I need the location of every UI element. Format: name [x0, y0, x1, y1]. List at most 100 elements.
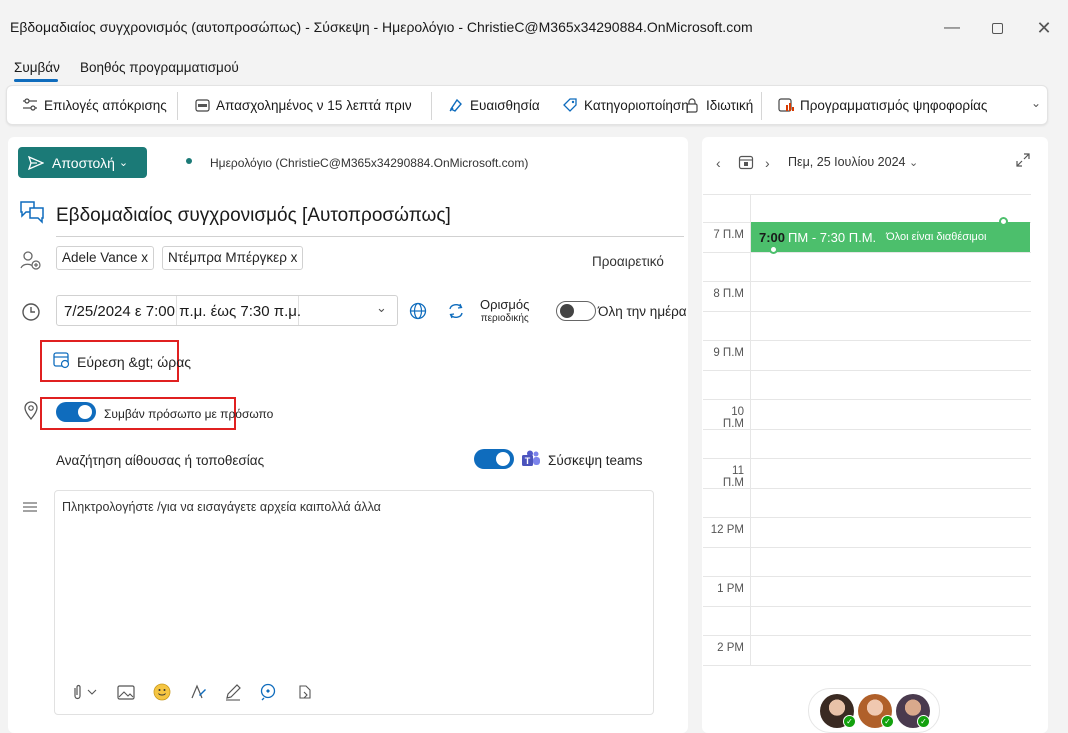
tab-scheduling-assistant[interactable]: Βοηθός προγραμματισμού	[80, 60, 239, 75]
image-icon[interactable]	[116, 683, 136, 701]
subject-underline	[56, 236, 684, 237]
scheduling-poll-button[interactable]: Προγραμματισμός ψηφοφορίας	[777, 96, 987, 114]
send-button[interactable]: Αποστολή ⌄	[18, 147, 147, 178]
today-calendar-icon[interactable]	[738, 154, 754, 170]
busy-reminder-button[interactable]: Απασχολημένος ν 15 λεπτά πριν	[193, 96, 412, 114]
available-check-icon: ✓	[843, 715, 856, 728]
chevron-down-icon[interactable]: ⌄	[376, 300, 387, 316]
available-check-icon: ✓	[881, 715, 894, 728]
calendar-date-label: Πεμ, 25 Ιουλίου 2024	[788, 155, 906, 169]
attendee-avatars: ✓ ✓ ✓	[808, 688, 940, 733]
chat-bubbles-icon	[18, 199, 46, 225]
hour-label: 12 PM	[710, 524, 744, 536]
attendee-chip[interactable]: Adele Vance x	[56, 246, 155, 270]
poll-icon	[777, 96, 795, 114]
grid-line	[703, 606, 1031, 607]
in-person-label: Συμβάν πρόσωπο με πρόσωπο	[104, 407, 274, 421]
apps-icon[interactable]	[295, 683, 315, 701]
event-resize-handle-bottom[interactable]	[769, 245, 778, 254]
attendee-chip[interactable]: Ντέμπρα Μπέργκερ x	[162, 246, 304, 270]
teams-icon: T	[521, 450, 541, 469]
hour-label: 1 PM	[717, 583, 744, 595]
recurrence-sublabel: περιοδικής	[480, 313, 529, 324]
window-title: Εβδομαδιαίος συγχρονισμός (αυτοπροσώπως)…	[10, 19, 753, 35]
close-icon[interactable]: ✕	[1024, 12, 1064, 44]
teams-meeting-toggle[interactable]	[474, 449, 514, 469]
copilot-icon[interactable]	[258, 683, 278, 701]
categorize-button[interactable]: Κατηγοριοποίηση	[561, 96, 689, 114]
grid-line	[703, 252, 1031, 253]
send-icon	[28, 155, 44, 170]
calendar-event-block[interactable]: 7:00 ΠΜ - 7:30 Π.Μ. Όλοι είναι διαθέσιμο…	[751, 222, 1030, 252]
scheduling-poll-label: Προγραμματισμός ψηφοφορίας	[800, 97, 988, 113]
send-label: Αποστολή	[52, 154, 115, 171]
next-day-chevron-icon[interactable]: ›	[765, 155, 770, 171]
hour-label: 8 Π.Μ	[713, 288, 744, 300]
repeat-icon[interactable]	[446, 301, 466, 321]
grid-line	[703, 399, 1031, 400]
find-time-button[interactable]: Εύρεση &gt; ώρας	[77, 354, 191, 370]
minimize-icon[interactable]: —	[932, 12, 972, 44]
grid-line	[703, 281, 1031, 282]
subject-field[interactable]: Εβδομαδιαίος συγχρονισμός [Αυτοπροσώπως]	[56, 205, 451, 227]
calendar-date-picker[interactable]: Πεμ, 25 Ιουλίου 2024 ⌄	[788, 155, 918, 169]
sensitivity-button[interactable]: Ευαισθησία	[447, 96, 540, 114]
event-resize-handle-top[interactable]	[999, 217, 1008, 226]
hour-label: 10 Π.Μ	[722, 406, 744, 430]
date-chevron-down-icon: ⌄	[908, 157, 919, 169]
hour-label: 9 Π.Μ	[713, 347, 744, 359]
maximize-icon[interactable]	[977, 12, 1017, 44]
event-availability: Όλοι είναι διαθέσιμοι	[886, 231, 987, 243]
ribbon-toolbar: Επιλογές απόκρισης Απασχολημένος ν 15 λε…	[6, 85, 1048, 125]
message-body-editor[interactable]	[54, 490, 654, 715]
private-button[interactable]: Ιδιωτική	[683, 96, 753, 114]
send-chevron-down-icon[interactable]: ⌄	[119, 156, 128, 169]
calendar-selector[interactable]: Ημερολόγιο (ChristieC@M365x34290884.OnMi…	[210, 156, 528, 170]
all-day-toggle[interactable]	[556, 301, 596, 321]
previous-day-chevron-icon[interactable]: ‹	[716, 155, 721, 171]
event-time-range: ΠΜ - 7:30 Π.Μ.	[788, 229, 877, 245]
grid-line	[703, 517, 1031, 518]
hour-label: 2 PM	[717, 642, 744, 654]
grid-line	[703, 635, 1031, 636]
response-options-label: Επιλογές απόκρισης	[44, 97, 167, 113]
emoji-icon[interactable]	[152, 683, 172, 701]
lock-icon	[683, 96, 701, 114]
optional-attendees-link[interactable]: Προαιρετικό	[592, 254, 664, 269]
expand-icon[interactable]	[1016, 153, 1030, 167]
busy-reminder-label: Απασχολημένος ν 15 λεπτά πριν	[216, 97, 412, 113]
attach-icon[interactable]	[68, 683, 100, 701]
sensitivity-label: Ευαισθησία	[470, 97, 540, 113]
grid-line	[703, 370, 1031, 371]
teams-meeting-label: Σύσκεψη teams	[548, 453, 643, 468]
grid-line	[703, 547, 1031, 548]
hour-label: 7 Π.Μ	[713, 229, 744, 241]
available-check-icon: ✓	[917, 715, 930, 728]
hour-label: 11 Π.Μ	[722, 465, 744, 489]
active-tab-indicator	[14, 79, 58, 82]
grid-line	[703, 576, 1031, 577]
time-column-divider	[750, 194, 751, 666]
grid-line	[703, 311, 1031, 312]
body-placeholder: Πληκτρολογήστε /για να εισαγάγετε αρχεία…	[62, 500, 381, 514]
add-attendee-icon[interactable]	[20, 250, 42, 270]
grid-line	[703, 340, 1031, 341]
grid-line	[703, 488, 1031, 489]
grid-line	[703, 458, 1031, 459]
ribbon-divider	[177, 92, 178, 120]
globe-icon[interactable]	[408, 301, 428, 321]
in-person-toggle[interactable]	[56, 402, 96, 422]
recurrence-button[interactable]: Ορισμός περιοδικής	[480, 298, 529, 326]
location-search-field[interactable]: Αναζήτηση αίθουσας ή τοποθεσίας	[56, 453, 264, 468]
format-painter-icon[interactable]	[188, 683, 208, 701]
sliders-icon	[21, 96, 39, 114]
response-options-button[interactable]: Επιλογές απόκρισης	[21, 96, 167, 114]
private-label: Ιδιωτική	[706, 97, 754, 113]
pen-icon[interactable]	[223, 683, 243, 701]
grid-line	[703, 429, 1031, 430]
all-day-label: Όλη την ημέρα	[598, 304, 687, 319]
sensitivity-icon	[447, 96, 465, 114]
tab-event[interactable]: Συμβάν	[14, 60, 60, 75]
location-pin-icon	[23, 401, 39, 421]
ribbon-expand-chevron-icon[interactable]: ⌄	[1031, 96, 1041, 110]
